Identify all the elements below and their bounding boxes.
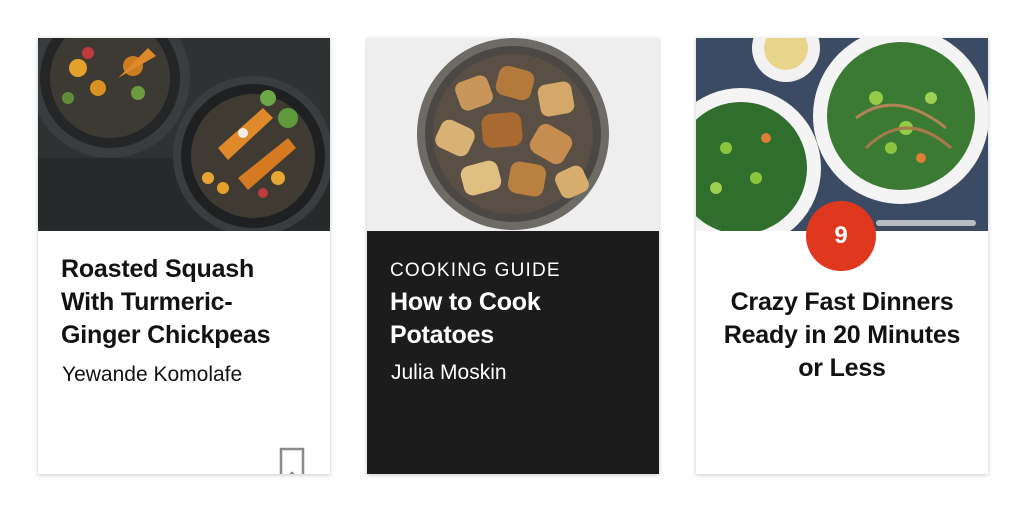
recipe-title[interactable]: Roasted Squash With Turmeric-Ginger Chic… xyxy=(61,253,311,352)
squash-bowls-image xyxy=(38,38,330,231)
guide-title[interactable]: How to Cook Potatoes xyxy=(390,286,640,352)
bookmark-icon[interactable] xyxy=(278,447,306,474)
collection-card-fast-dinners[interactable]: 9 Crazy Fast Dinners Ready in 20 Minutes… xyxy=(696,38,988,474)
collection-title[interactable]: Crazy Fast Dinners Ready in 20 Minutes o… xyxy=(712,286,972,385)
recipe-count-badge: 9 xyxy=(806,201,876,271)
card-body: COOKING GUIDE How to Cook Potatoes Julia… xyxy=(367,231,659,474)
potatoes-pan-image xyxy=(367,38,659,231)
recipe-card-roasted-squash[interactable]: Roasted Squash With Turmeric-Ginger Chic… xyxy=(38,38,330,474)
section-kicker: COOKING GUIDE xyxy=(390,260,561,281)
recipe-photo-squash-chickpeas[interactable] xyxy=(38,38,330,231)
card-body: Roasted Squash With Turmeric-Ginger Chic… xyxy=(38,231,330,474)
recipe-card-row: Roasted Squash With Turmeric-Ginger Chic… xyxy=(38,38,988,474)
guide-author: Julia Moskin xyxy=(391,361,507,384)
guide-card-potatoes[interactable]: COOKING GUIDE How to Cook Potatoes Julia… xyxy=(367,38,659,474)
guide-photo-potatoes[interactable] xyxy=(367,38,659,231)
recipe-author: Yewande Komolafe xyxy=(62,363,243,386)
